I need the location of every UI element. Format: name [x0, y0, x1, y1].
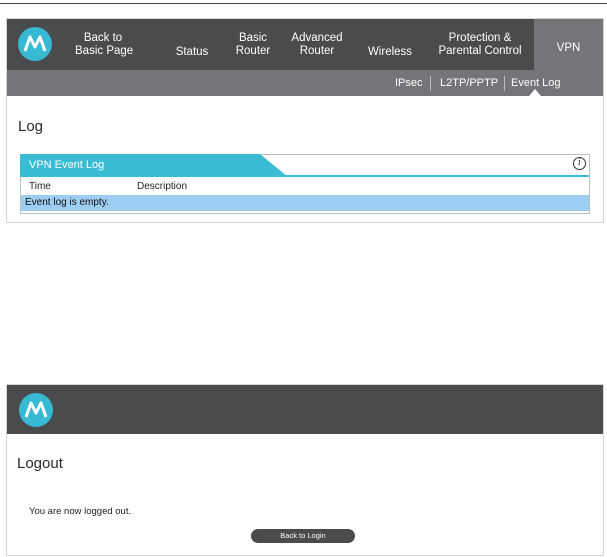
active-tab-pointer	[529, 89, 541, 96]
back-to-login-button[interactable]: Back to Login	[251, 529, 355, 543]
nav-basic-router[interactable]: Basic Router	[231, 32, 275, 58]
nav-protection[interactable]: Protection & Parental Control	[432, 32, 528, 58]
subnav-l2tp-pptp[interactable]: L2TP/PPTP	[440, 70, 498, 96]
subnav-ipsec[interactable]: IPsec	[395, 70, 423, 96]
nav-protection-line2: Parental Control	[438, 45, 522, 57]
nav-status[interactable]: Status	[170, 46, 214, 59]
page-title: Log	[18, 118, 44, 135]
vpn-event-log-screen: Back to Basic Page Status Basic Router Adv…	[6, 18, 604, 223]
table-heading: VPN Event Log	[29, 159, 105, 171]
column-description: Description	[137, 181, 188, 192]
page-title: Logout	[17, 455, 63, 472]
subnav-separator	[430, 76, 431, 91]
nav-advanced-router[interactable]: Advanced Router	[286, 32, 348, 58]
empty-log-message: Event log is empty.	[25, 197, 109, 208]
info-icon[interactable]: i	[573, 157, 586, 170]
logout-nav	[7, 385, 603, 434]
nav-back-line1: Back to	[83, 32, 123, 44]
nav-basic-line2: Router	[235, 45, 271, 57]
logout-message: You are now logged out.	[29, 506, 132, 517]
logout-screen: Logout You are now logged out. Back to L…	[6, 384, 604, 556]
table-row: Event log is empty.	[21, 195, 589, 211]
sub-nav: IPsec L2TP/PPTP Event Log	[7, 70, 603, 96]
nav-protection-line1: Protection &	[448, 32, 512, 44]
vpn-event-log-table: VPN Event Log i Time Description Event l…	[20, 154, 590, 214]
motorola-logo-icon[interactable]	[18, 27, 52, 61]
nav-basic-line1: Basic	[238, 32, 268, 44]
motorola-logo-icon[interactable]	[19, 393, 53, 427]
top-divider	[0, 3, 607, 4]
column-time: Time	[29, 181, 51, 192]
nav-advanced-line1: Advanced	[291, 32, 343, 44]
nav-wireless[interactable]: Wireless	[362, 46, 418, 59]
nav-back-line2: Basic Page	[75, 45, 134, 57]
nav-vpn[interactable]: VPN	[534, 19, 603, 70]
table-heading-tab: VPN Event Log	[20, 154, 288, 177]
main-nav: Back to Basic Page Status Basic Router Adv…	[7, 19, 603, 70]
nav-advanced-line2: Router	[299, 45, 335, 57]
nav-back-to-basic[interactable]: Back to Basic Page	[75, 32, 134, 58]
subnav-separator	[504, 76, 505, 91]
